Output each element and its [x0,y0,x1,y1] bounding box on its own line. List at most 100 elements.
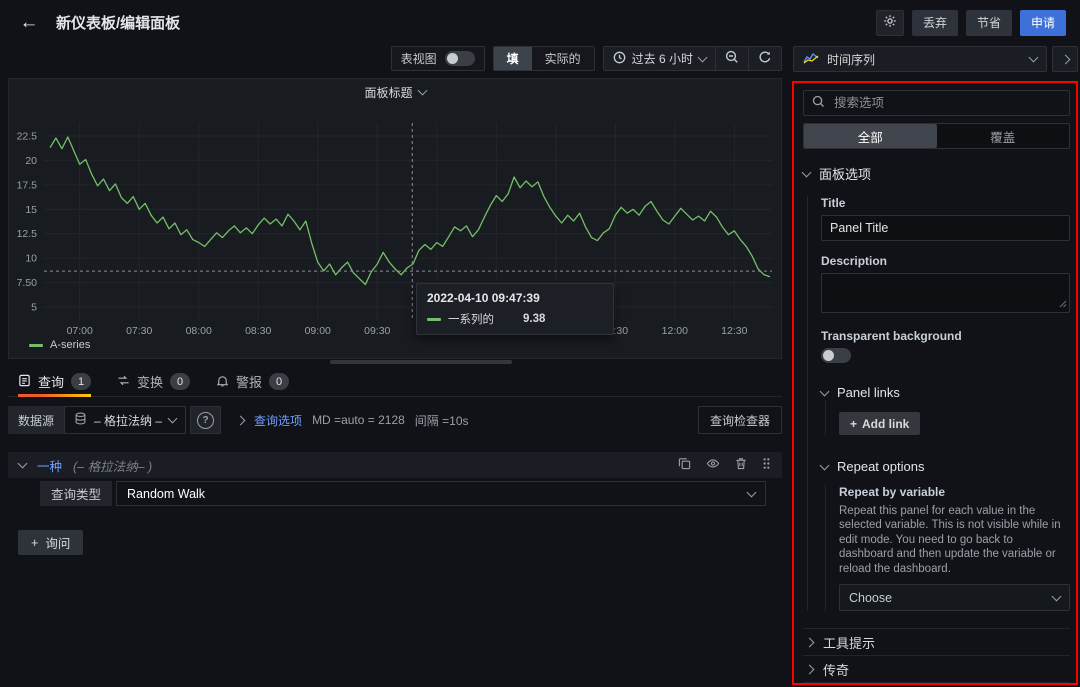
tab-query-label: 查询 [38,372,64,391]
panel-options-header[interactable]: 面板选项 [803,164,1070,183]
save-button[interactable]: 节省 [966,10,1012,36]
transparent-bg-label: Transparent background [821,329,1070,343]
svg-text:12:30: 12:30 [721,325,747,337]
chevron-down-icon [802,167,812,177]
query-row-header[interactable]: 一种 (– 格拉法纳– ) [8,452,782,478]
chevron-down-icon [820,460,830,470]
tab-alert[interactable]: 警报 0 [216,367,289,396]
settings-button[interactable] [876,10,904,36]
time-range-picker[interactable]: 过去 6 小时 [604,47,715,70]
panel-links-header[interactable]: Panel links [821,385,1070,400]
search-input[interactable] [832,95,1061,111]
chevron-right-icon [805,664,815,674]
options-tab-group: 全部 覆盖 [803,123,1070,149]
section-tooltip[interactable]: 工具提示 [803,628,1070,655]
tab-alert-count: 0 [269,373,289,390]
choose-placeholder: Choose [849,591,892,605]
refresh-button[interactable] [748,47,781,70]
tab-alert-label: 警报 [236,372,262,391]
options-pane: 全部 覆盖 面板选项 Title Description Transparent… [793,82,1080,687]
tab-all[interactable]: 全部 [804,124,937,148]
repeat-help-text: Repeat this panel for each value in the … [839,504,1070,576]
time-controls: 过去 6 小时 [603,46,782,71]
svg-text:07:00: 07:00 [67,325,93,337]
duplicate-icon[interactable] [678,457,691,473]
timeseries-viz-icon [803,52,819,67]
visualization-row: 时间序列 [793,46,1078,72]
eye-icon[interactable] [706,457,720,473]
transparent-bg-toggle[interactable] [821,348,851,363]
pane-resize-handle[interactable] [330,360,512,364]
plus-icon: + [850,417,857,431]
table-view-label: 表视图 [401,50,437,67]
chevron-down-icon [18,459,28,469]
chevron-right-icon [236,415,246,425]
back-button[interactable]: ← [14,8,44,38]
query-type-label: 查询类型 [40,481,112,506]
repeat-variable-select[interactable]: Choose [839,584,1070,611]
add-query-button[interactable]: + 询问 [18,530,83,555]
collapse-options-button[interactable] [1052,46,1078,72]
datasource-value: – 格拉法纳 – [94,412,162,429]
svg-text:09:00: 09:00 [305,325,331,337]
query-type-select[interactable]: Random Walk [116,481,766,506]
tooltip-timestamp: 2022-04-10 09:47:39 [427,291,603,305]
query-row-name[interactable]: 一种 [37,456,62,475]
query-options-link[interactable]: 查询选项 [254,412,302,429]
description-field-label: Description [821,254,1070,268]
apply-button[interactable]: 申请 [1020,10,1066,36]
svg-text:15: 15 [25,204,37,216]
chevron-down-icon [747,487,757,497]
tooltip-series-name: 一系列的 [448,311,494,327]
section-legend-label: 传奇 [823,660,849,679]
actual-option[interactable]: 实际的 [532,47,594,70]
tooltip-series-value: 9.38 [523,313,545,325]
fill-option[interactable]: 填 [494,47,532,70]
section-tooltip-label: 工具提示 [823,633,875,652]
tab-transform-count: 0 [170,373,190,390]
tab-overrides[interactable]: 覆盖 [937,124,1070,148]
svg-text:09:30: 09:30 [364,325,390,337]
discard-button[interactable]: 丢弃 [912,10,958,36]
svg-text:10: 10 [25,253,37,265]
repeat-options-header[interactable]: Repeat options [821,459,1070,474]
page-title: 新仪表板/编辑面板 [56,12,180,33]
query-icon [18,374,31,390]
chart-tooltip: 2022-04-10 09:47:39 一系列的 9.38 [416,283,614,335]
table-view-toggle-group: 表视图 [391,46,485,71]
visualization-label: 时间序列 [827,51,875,68]
visualization-select[interactable]: 时间序列 [793,46,1047,72]
chevron-down-icon [1029,53,1039,63]
add-link-button[interactable]: + Add link [839,412,920,435]
drag-handle-icon[interactable] [762,457,771,473]
query-interval-meta: 间隔 =10s [415,412,469,429]
trash-icon[interactable] [735,457,747,473]
description-textarea[interactable] [821,273,1070,313]
datasource-select[interactable]: – 格拉法纳 – [64,406,186,434]
svg-text:08:30: 08:30 [245,325,271,337]
tab-query[interactable]: 查询 1 [18,367,91,396]
timeseries-chart[interactable]: 22.52017.51512.5107.50507:0007:3008:0008… [9,105,781,337]
section-graph-styles[interactable]: 图表样式 [803,682,1070,687]
datasource-help-button[interactable]: ? [190,406,221,434]
chevron-down-icon [820,386,830,396]
question-icon: ? [197,412,214,429]
options-search[interactable] [803,90,1070,116]
section-legend[interactable]: 传奇 [803,655,1070,682]
chevron-down-icon [168,414,178,424]
tab-transform[interactable]: 变换 0 [117,367,190,396]
legend-swatch [29,344,43,347]
panel-title-input[interactable] [821,215,1070,241]
panel-title-menu[interactable]: 面板标题 [9,79,781,105]
table-view-toggle[interactable] [445,51,475,66]
panel-toolbar: 表视图 填 实际的 过去 6 小时 [8,46,782,71]
tab-transform-label: 变换 [137,372,163,391]
query-inspector-button[interactable]: 查询检查器 [698,406,782,434]
datasource-row: 数据源 – 格拉法纳 – ? 查询选项 MD =auto = 2128 间隔 =… [8,406,782,434]
chart-legend[interactable]: A-series [29,339,90,351]
zoom-out-button[interactable] [715,47,748,70]
panel-options-section: 面板选项 Title Description Transparent backg… [803,164,1070,611]
query-type-row: 查询类型 Random Walk [40,481,766,506]
fill-actual-segment: 填 实际的 [493,46,595,71]
refresh-icon [758,50,772,67]
